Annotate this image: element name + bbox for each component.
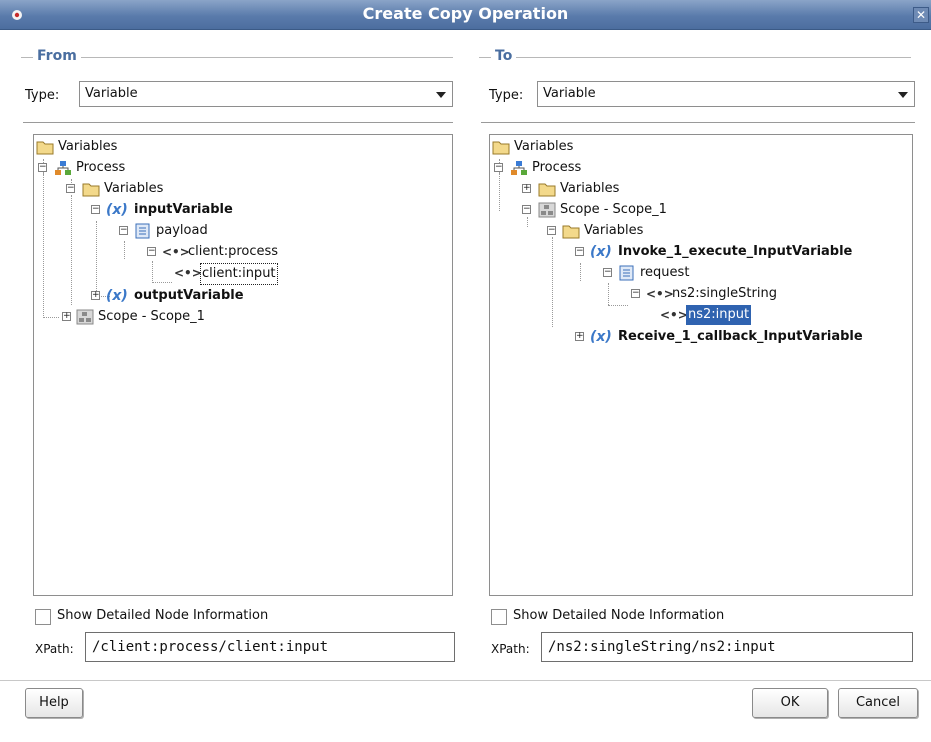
to-show-detail-checkbox-row[interactable]: Show Detailed Node Information bbox=[491, 608, 791, 626]
from-show-detail-label: Show Detailed Node Information bbox=[57, 608, 269, 623]
chevron-down-icon[interactable] bbox=[436, 92, 446, 98]
from-group-border bbox=[21, 57, 453, 58]
folder-icon bbox=[82, 183, 100, 197]
window-title: Create Copy Operation bbox=[362, 4, 569, 23]
variable-icon: (x) bbox=[106, 202, 128, 218]
collapse-icon[interactable]: − bbox=[91, 205, 100, 214]
folder-icon bbox=[538, 183, 556, 197]
chevron-down-icon[interactable] bbox=[898, 92, 908, 98]
help-button[interactable]: Help bbox=[25, 688, 83, 718]
collapse-icon[interactable]: − bbox=[575, 247, 584, 256]
to-type-select[interactable]: Variable bbox=[537, 81, 915, 107]
collapse-icon[interactable]: − bbox=[66, 184, 75, 193]
to-separator bbox=[481, 122, 915, 123]
folder-icon bbox=[36, 141, 54, 155]
collapse-icon[interactable]: − bbox=[631, 289, 640, 298]
to-xpath-label: XPath: bbox=[491, 642, 530, 656]
expand-icon[interactable]: + bbox=[91, 291, 100, 300]
from-xpath-field[interactable]: /client:process/client:input bbox=[85, 632, 455, 662]
close-button[interactable]: ✕ bbox=[913, 7, 929, 23]
element-icon: <•> bbox=[646, 287, 674, 301]
from-group-title: From bbox=[33, 48, 81, 64]
variable-icon: (x) bbox=[590, 329, 612, 345]
to-type-value: Variable bbox=[543, 86, 596, 101]
expand-icon[interactable]: + bbox=[62, 312, 71, 321]
from-type-label: Type: bbox=[25, 88, 60, 103]
to-group-border bbox=[479, 57, 911, 58]
to-panel: To Type: Variable Variables − Process + … bbox=[479, 46, 915, 664]
collapse-icon[interactable]: − bbox=[119, 226, 128, 235]
from-type-select[interactable]: Variable bbox=[79, 81, 453, 107]
process-icon bbox=[55, 161, 71, 175]
expand-icon[interactable]: + bbox=[522, 184, 531, 193]
element-icon: <•> bbox=[660, 308, 688, 322]
from-xpath-label: XPath: bbox=[35, 642, 74, 656]
to-type-label: Type: bbox=[489, 88, 524, 103]
variable-icon: (x) bbox=[106, 288, 128, 304]
to-xpath-field[interactable]: /ns2:singleString/ns2:input bbox=[541, 632, 913, 662]
element-icon: <•> bbox=[174, 266, 202, 280]
to-show-detail-checkbox[interactable] bbox=[491, 609, 507, 625]
expand-icon[interactable]: + bbox=[575, 332, 584, 341]
process-icon bbox=[511, 161, 527, 175]
from-tree[interactable]: Variables − Process − Variables − (x) in… bbox=[33, 134, 453, 596]
cancel-button[interactable]: Cancel bbox=[838, 688, 918, 718]
collapse-icon[interactable]: − bbox=[547, 226, 556, 235]
message-part-icon bbox=[135, 223, 150, 239]
from-show-detail-checkbox[interactable] bbox=[35, 609, 51, 625]
to-group-title: To bbox=[491, 48, 517, 64]
variable-icon: (x) bbox=[590, 244, 612, 260]
title-bar: Create Copy Operation ✕ bbox=[0, 0, 931, 30]
to-tree[interactable]: Variables − Process + Variables − Scope … bbox=[489, 134, 913, 596]
folder-icon bbox=[492, 141, 510, 155]
collapse-icon[interactable]: − bbox=[522, 205, 531, 214]
from-separator bbox=[23, 122, 453, 123]
collapse-icon[interactable]: − bbox=[38, 163, 47, 172]
element-icon: <•> bbox=[162, 245, 190, 259]
folder-icon bbox=[562, 225, 580, 239]
from-panel: From Type: Variable Variables − Process … bbox=[21, 46, 455, 664]
to-show-detail-label: Show Detailed Node Information bbox=[513, 608, 725, 623]
from-type-value: Variable bbox=[85, 86, 138, 101]
ok-button[interactable]: OK bbox=[752, 688, 828, 718]
button-bar-divider bbox=[0, 680, 931, 681]
from-show-detail-checkbox-row[interactable]: Show Detailed Node Information bbox=[35, 608, 335, 626]
scope-icon bbox=[76, 309, 94, 325]
collapse-icon[interactable]: − bbox=[603, 268, 612, 277]
collapse-icon[interactable]: − bbox=[494, 163, 503, 172]
message-part-icon bbox=[619, 265, 634, 281]
scope-icon bbox=[538, 202, 556, 218]
collapse-icon[interactable]: − bbox=[147, 247, 156, 256]
